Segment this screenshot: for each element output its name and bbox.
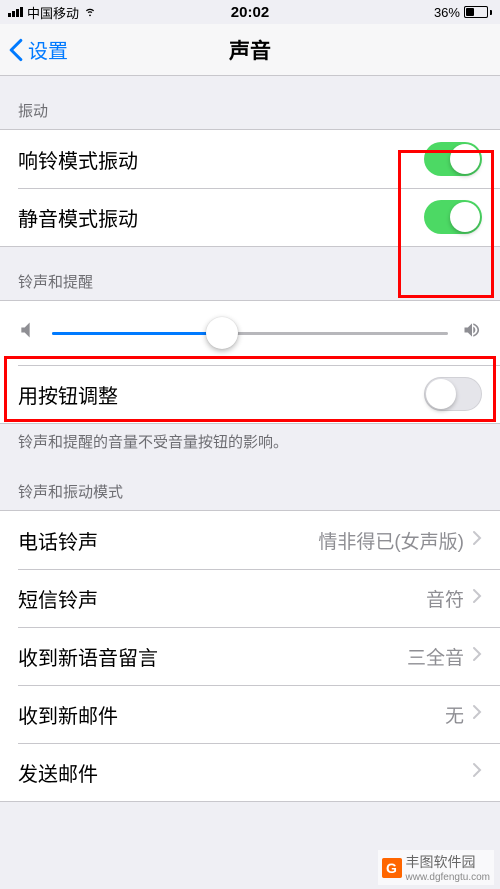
section-header-vibrate: 振动 xyxy=(0,76,500,129)
chevron-right-icon xyxy=(472,703,482,726)
section-header-patterns: 铃声和振动模式 xyxy=(0,457,500,510)
voicemail-label: 收到新语音留言 xyxy=(18,642,407,671)
watermark: G 丰图软件园 www.dgfengtu.com xyxy=(378,850,495,885)
battery-icon xyxy=(464,6,492,18)
ring-vibrate-row: 响铃模式振动 xyxy=(0,130,500,188)
back-label: 设置 xyxy=(28,35,68,64)
new-mail-label: 收到新邮件 xyxy=(18,700,445,729)
volume-slider-row xyxy=(0,301,500,365)
back-button[interactable]: 设置 xyxy=(0,35,68,64)
watermark-logo-icon: G xyxy=(382,858,402,878)
section-header-ringer: 铃声和提醒 xyxy=(0,247,500,300)
clock: 20:02 xyxy=(169,4,330,21)
ringtone-row[interactable]: 电话铃声 情非得已(女声版) xyxy=(0,511,500,569)
silent-vibrate-label: 静音模式振动 xyxy=(18,203,424,232)
wifi-icon xyxy=(83,4,97,21)
ringtone-label: 电话铃声 xyxy=(18,526,318,555)
ring-vibrate-toggle[interactable] xyxy=(424,142,482,176)
watermark-brand: 丰图软件园 xyxy=(406,854,476,870)
voicemail-row[interactable]: 收到新语音留言 三全音 xyxy=(0,627,500,685)
chevron-left-icon xyxy=(8,38,24,62)
texttone-value: 音符 xyxy=(426,585,464,612)
texttone-row[interactable]: 短信铃声 音符 xyxy=(0,569,500,627)
ring-vibrate-label: 响铃模式振动 xyxy=(18,145,424,174)
volume-slider[interactable] xyxy=(52,318,448,348)
battery-percent: 36% xyxy=(434,5,460,20)
voicemail-value: 三全音 xyxy=(407,643,464,670)
new-mail-row[interactable]: 收到新邮件 无 xyxy=(0,685,500,743)
button-adjust-label: 用按钮调整 xyxy=(18,380,424,409)
chevron-right-icon xyxy=(472,761,482,784)
ringer-footer: 铃声和提醒的音量不受音量按钮的影响。 xyxy=(0,424,500,457)
volume-high-icon xyxy=(462,320,482,346)
texttone-label: 短信铃声 xyxy=(18,584,426,613)
navigation-bar: 设置 声音 xyxy=(0,24,500,76)
volume-low-icon xyxy=(18,320,38,346)
ringtone-value: 情非得已(女声版) xyxy=(318,527,464,554)
chevron-right-icon xyxy=(472,645,482,668)
signal-icon xyxy=(8,7,23,17)
page-title: 声音 xyxy=(0,35,500,65)
sent-mail-row[interactable]: 发送邮件 xyxy=(0,743,500,801)
watermark-url: www.dgfengtu.com xyxy=(406,872,491,883)
carrier-label: 中国移动 xyxy=(27,3,79,22)
new-mail-value: 无 xyxy=(445,701,464,728)
button-adjust-toggle[interactable] xyxy=(424,377,482,411)
silent-vibrate-toggle[interactable] xyxy=(424,200,482,234)
chevron-right-icon xyxy=(472,529,482,552)
silent-vibrate-row: 静音模式振动 xyxy=(0,188,500,246)
sent-mail-label: 发送邮件 xyxy=(18,758,464,787)
button-adjust-row: 用按钮调整 xyxy=(0,365,500,423)
chevron-right-icon xyxy=(472,587,482,610)
status-bar: 中国移动 20:02 36% xyxy=(0,0,500,24)
